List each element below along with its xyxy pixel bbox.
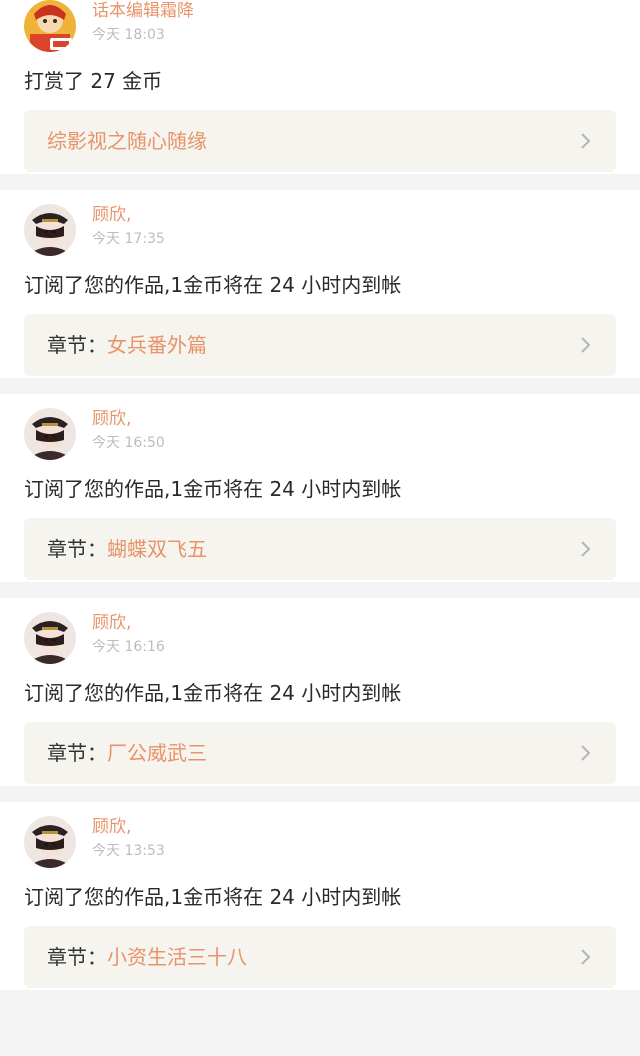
timestamp: 今天 16:50 [92, 435, 165, 451]
chapter-link[interactable]: 章节：女兵番外篇 [24, 314, 616, 376]
link-text: 综影视之随心随缘 [47, 128, 207, 154]
timestamp: 今天 18:03 [92, 27, 165, 43]
timestamp: 今天 16:16 [92, 639, 165, 655]
link-text: 章节：厂公威武三 [47, 740, 207, 766]
work-link[interactable]: 综影视之随心随缘 [24, 110, 616, 172]
link-prefix: 章节： [47, 741, 107, 765]
timestamp: 今天 13:53 [92, 843, 165, 859]
user-name[interactable]: 顾欣, [92, 408, 131, 430]
chevron-right-icon [578, 337, 592, 353]
user-name[interactable]: 顾欣, [92, 816, 131, 838]
chevron-right-icon [578, 745, 592, 761]
link-text: 章节：女兵番外篇 [47, 332, 207, 358]
chapter-title: 厂公威武三 [107, 741, 207, 765]
user-avatar-icon [24, 816, 76, 868]
timestamp: 今天 17:35 [92, 231, 165, 247]
chevron-right-icon [578, 949, 592, 965]
notification-card: 话本编辑霜降 今天 18:03 打赏了 27 金币 综影视之随心随缘 [0, 0, 640, 174]
notification-feed: 话本编辑霜降 今天 18:03 打赏了 27 金币 综影视之随心随缘 顾欣, 今… [0, 0, 640, 990]
chapter-title: 蝴蝶双飞五 [107, 537, 207, 561]
user-name[interactable]: 顾欣, [92, 204, 131, 226]
link-prefix: 章节： [47, 333, 107, 357]
notification-message: 订阅了您的作品,1金币将在 24 小时内到帐 [24, 477, 402, 501]
notification-message: 订阅了您的作品,1金币将在 24 小时内到帐 [24, 681, 402, 705]
chapter-title: 女兵番外篇 [107, 333, 207, 357]
chevron-right-icon [578, 133, 592, 149]
user-avatar-icon [24, 204, 76, 256]
link-text: 章节：蝴蝶双飞五 [47, 536, 207, 562]
avatar[interactable] [24, 612, 76, 664]
chapter-title: 小资生活三十八 [107, 945, 247, 969]
link-text: 章节：小资生活三十八 [47, 944, 247, 970]
editor-avatar-icon [24, 0, 76, 52]
link-prefix: 章节： [47, 945, 107, 969]
chevron-right-icon [578, 541, 592, 557]
avatar[interactable] [24, 408, 76, 460]
avatar[interactable] [24, 204, 76, 256]
notification-message: 订阅了您的作品,1金币将在 24 小时内到帐 [24, 273, 402, 297]
link-prefix: 章节： [47, 537, 107, 561]
notification-card: 顾欣, 今天 13:53 订阅了您的作品,1金币将在 24 小时内到帐 章节：小… [0, 802, 640, 990]
user-avatar-icon [24, 612, 76, 664]
user-name[interactable]: 顾欣, [92, 612, 131, 634]
user-avatar-icon [24, 408, 76, 460]
notification-card: 顾欣, 今天 16:50 订阅了您的作品,1金币将在 24 小时内到帐 章节：蝴… [0, 394, 640, 582]
chapter-link[interactable]: 章节：厂公威武三 [24, 722, 616, 784]
avatar[interactable] [24, 816, 76, 868]
avatar[interactable] [24, 0, 76, 52]
chapter-link[interactable]: 章节：蝴蝶双飞五 [24, 518, 616, 580]
notification-card: 顾欣, 今天 16:16 订阅了您的作品,1金币将在 24 小时内到帐 章节：厂… [0, 598, 640, 786]
chapter-link[interactable]: 章节：小资生活三十八 [24, 926, 616, 988]
work-title: 综影视之随心随缘 [47, 129, 207, 153]
notification-message: 订阅了您的作品,1金币将在 24 小时内到帐 [24, 885, 402, 909]
notification-card: 顾欣, 今天 17:35 订阅了您的作品,1金币将在 24 小时内到帐 章节：女… [0, 190, 640, 378]
notification-message: 打赏了 27 金币 [24, 69, 163, 93]
user-name[interactable]: 话本编辑霜降 [92, 0, 194, 22]
